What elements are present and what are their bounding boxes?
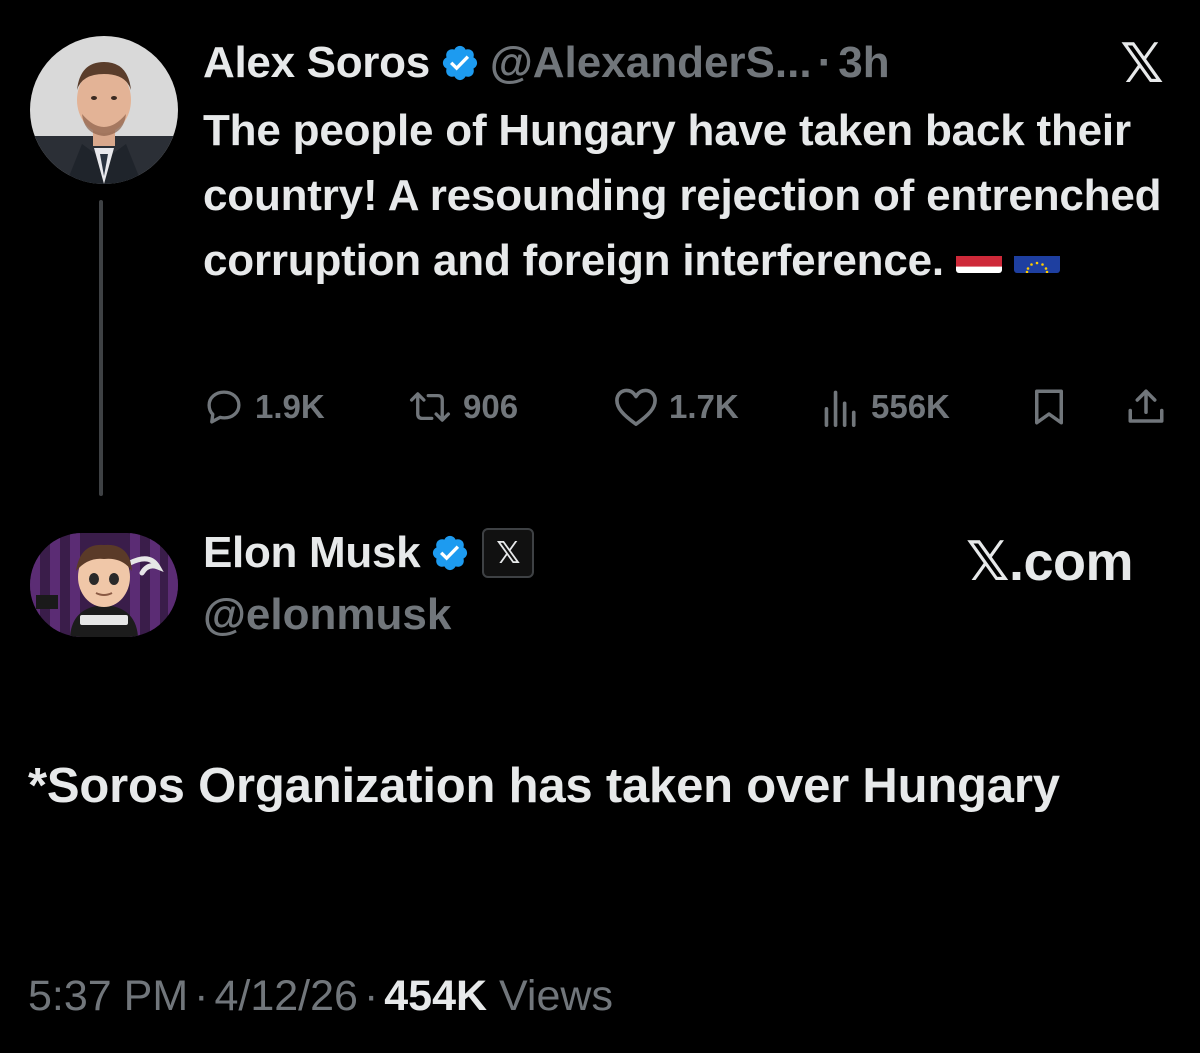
- separator-dot: ·: [363, 972, 379, 1020]
- bookmark-button[interactable]: [1029, 386, 1069, 428]
- author-handle[interactable]: @elonmusk: [203, 590, 451, 640]
- avatar-elon-musk[interactable]: [30, 533, 178, 637]
- separator-dot: ·: [194, 972, 209, 1020]
- avatar-image: [30, 36, 178, 184]
- tweet-date[interactable]: 4/12/26: [214, 972, 357, 1020]
- share-button[interactable]: [1125, 386, 1167, 428]
- share-icon: [1128, 389, 1164, 423]
- analytics-icon: [824, 390, 856, 427]
- main-tweet-text: *Soros Organization has taken over Hunga…: [28, 759, 1060, 813]
- views-label: Views: [499, 972, 613, 1020]
- reply-icon: [207, 390, 241, 424]
- repost-count: 906: [463, 388, 519, 425]
- separator-dot: ·: [817, 38, 833, 87]
- parent-tweet-text: The people of Hungary have taken back th…: [203, 98, 1178, 293]
- views-button[interactable]: 556K: [821, 387, 950, 427]
- affiliate-x-badge-icon[interactable]: 𝕏: [482, 528, 535, 578]
- parent-tweet-header: Alex Soros @AlexanderS... · 3h: [203, 36, 890, 90]
- avatar-alex-soros[interactable]: [30, 36, 178, 184]
- x-com-link[interactable]: 𝕏.com: [966, 530, 1134, 593]
- verified-badge-icon: [430, 533, 470, 573]
- bookmark-icon: [1035, 389, 1063, 425]
- parent-tweet-actions: 1.9K 906 1.7K 556K: [203, 382, 1178, 432]
- avatar-image: [30, 533, 178, 637]
- main-tweet-header: Elon Musk 𝕏: [203, 526, 535, 580]
- repost-icon: [409, 392, 451, 422]
- views-count: 556K: [871, 388, 950, 425]
- verified-badge-icon: [440, 43, 480, 83]
- tweet-time[interactable]: 5:37 PM: [28, 972, 188, 1020]
- eu-flag-icon: [1013, 241, 1060, 274]
- reply-count: 1.9K: [255, 388, 325, 425]
- views-count[interactable]: 454K: [384, 972, 487, 1020]
- like-button[interactable]: 1.7K: [613, 386, 739, 428]
- x-logo-icon: 𝕏: [1120, 33, 1164, 94]
- author-name[interactable]: Elon Musk: [203, 528, 421, 578]
- thread-connector-line: [99, 200, 103, 496]
- tweet-time[interactable]: 3h: [838, 38, 889, 88]
- reply-button[interactable]: 1.9K: [203, 386, 325, 428]
- hungary-flag-icon: [955, 241, 1002, 274]
- heart-icon: [615, 388, 657, 426]
- author-handle[interactable]: @AlexanderS...: [490, 38, 812, 88]
- author-name[interactable]: Alex Soros: [203, 38, 430, 88]
- tweet-meta: 5:37 PM · 4/12/26 · 454K Views: [28, 972, 613, 1021]
- repost-button[interactable]: 906: [407, 386, 518, 428]
- like-count: 1.7K: [669, 388, 739, 425]
